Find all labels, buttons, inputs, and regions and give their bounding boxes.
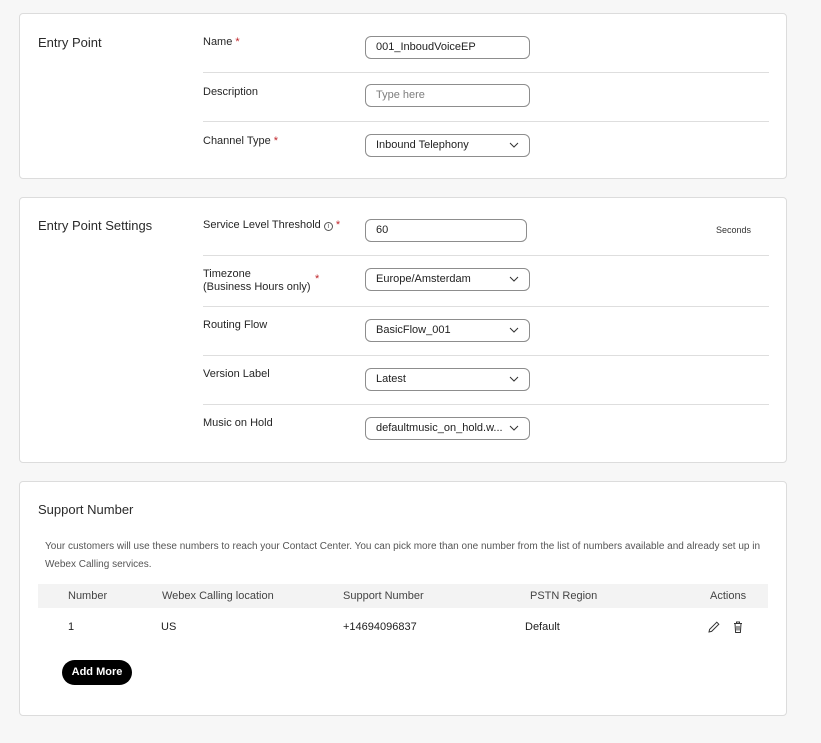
support-number-title: Support Number bbox=[38, 502, 134, 517]
timezone-select[interactable]: Europe/Amsterdam bbox=[365, 268, 530, 291]
version-label-label: Version Label bbox=[203, 368, 270, 380]
row-location: US bbox=[161, 621, 177, 633]
description-label: Description bbox=[203, 86, 259, 98]
chevron-down-icon bbox=[509, 276, 519, 282]
trash-icon[interactable] bbox=[731, 620, 745, 634]
required-mark: * bbox=[315, 273, 320, 285]
description-input[interactable]: Type here bbox=[365, 84, 530, 107]
music-on-hold-select[interactable]: defaultmusic_on_hold.w... bbox=[365, 417, 530, 440]
support-number-card: Support Number Your customers will use t… bbox=[19, 481, 787, 716]
threshold-input[interactable]: 60 bbox=[365, 219, 527, 242]
chevron-down-icon bbox=[509, 327, 519, 333]
column-header-pstn-region: PSTN Region bbox=[530, 590, 598, 602]
required-mark: * bbox=[335, 219, 341, 231]
routing-flow-label: Routing Flow bbox=[203, 319, 268, 331]
version-label-select[interactable]: Latest bbox=[365, 368, 530, 391]
music-on-hold-label: Music on Hold bbox=[203, 417, 273, 429]
music-on-hold-row: Music on Hold defaultmusic_on_hold.w... bbox=[203, 405, 769, 463]
routing-flow-select[interactable]: BasicFlow_001 bbox=[365, 319, 530, 342]
entry-point-card: Entry Point Name * 001_InboudVoiceEP Desc… bbox=[19, 13, 787, 179]
channel-type-row: Channel Type * Inbound Telephony bbox=[203, 122, 769, 179]
required-mark: * bbox=[235, 36, 240, 48]
name-label: Name * bbox=[203, 36, 240, 48]
info-icon[interactable]: i bbox=[323, 222, 333, 231]
support-help-text: Your customers will use these numbers to… bbox=[45, 541, 761, 570]
pencil-icon[interactable] bbox=[707, 620, 721, 634]
threshold-row: Service Level Threshold i * 60 Seconds bbox=[203, 198, 769, 256]
threshold-label: Service Level Threshold i * bbox=[203, 219, 341, 231]
chevron-down-icon bbox=[509, 425, 519, 431]
channel-type-label: Channel Type * bbox=[203, 135, 278, 147]
chevron-down-icon bbox=[509, 142, 519, 148]
channel-type-select[interactable]: Inbound Telephony bbox=[365, 134, 530, 157]
channel-type-value: Inbound Telephony bbox=[376, 139, 469, 151]
row-number: 1 bbox=[68, 621, 75, 633]
column-header-location: Webex Calling location bbox=[162, 590, 274, 602]
timezone-label: Timezone (Business Hours only) bbox=[203, 268, 311, 293]
column-header-number: Number bbox=[68, 590, 108, 602]
settings-title: Entry Point Settings bbox=[38, 218, 153, 233]
threshold-unit: Seconds bbox=[716, 225, 752, 235]
timezone-row: Timezone (Business Hours only) * Europe/… bbox=[203, 256, 769, 307]
entry-point-settings-card: Entry Point Settings Service Level Thres… bbox=[19, 197, 787, 463]
required-mark: * bbox=[273, 135, 278, 147]
routing-flow-value: BasicFlow_001 bbox=[376, 324, 451, 336]
routing-flow-row: Routing Flow BasicFlow_001 bbox=[203, 307, 769, 356]
column-header-support-number: Support Number bbox=[343, 590, 424, 602]
column-header-actions: Actions bbox=[710, 590, 747, 602]
description-row: Description Type here bbox=[203, 73, 769, 122]
row-support-number: +14694096837 bbox=[343, 621, 417, 633]
table-row: 1 US +14694096837 Default bbox=[38, 615, 768, 639]
name-row: Name * 001_InboudVoiceEP bbox=[203, 14, 769, 73]
add-more-button[interactable]: Add More bbox=[62, 660, 132, 685]
name-input[interactable]: 001_InboudVoiceEP bbox=[365, 36, 530, 59]
timezone-value: Europe/Amsterdam bbox=[376, 273, 471, 285]
version-label-row: Version Label Latest bbox=[203, 356, 769, 405]
row-pstn-region: Default bbox=[525, 621, 560, 633]
support-table-header: Number Webex Calling location Support Nu… bbox=[38, 584, 768, 608]
entry-point-title: Entry Point bbox=[38, 35, 102, 50]
music-on-hold-value: defaultmusic_on_hold.w... bbox=[376, 422, 503, 434]
chevron-down-icon bbox=[509, 376, 519, 382]
version-label-value: Latest bbox=[376, 373, 406, 385]
